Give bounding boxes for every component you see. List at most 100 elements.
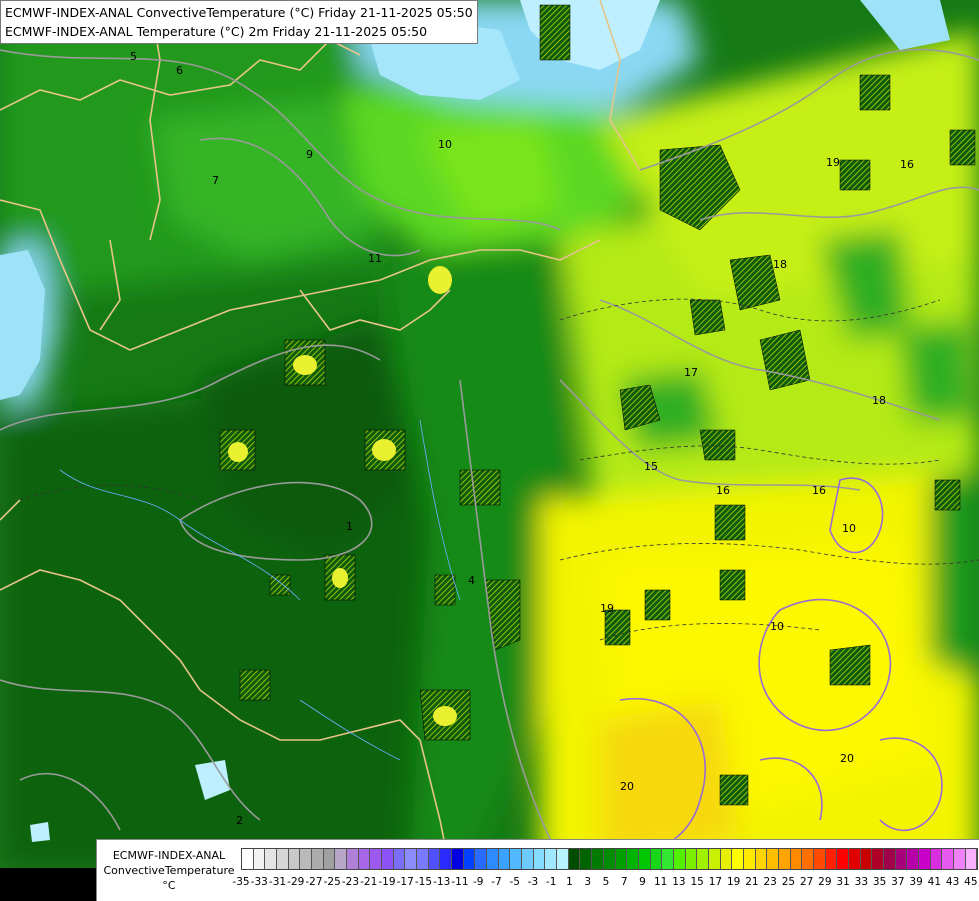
legend-swatch	[592, 849, 604, 869]
map-edge	[0, 868, 96, 900]
legend-tick-label: 11	[653, 876, 668, 888]
map-title: ECMWF-INDEX-ANAL ConvectiveTemperature (…	[0, 0, 478, 44]
legend-tick-label: -17	[396, 876, 414, 888]
legend-tick-label: -11	[451, 876, 469, 888]
legend-tick-label: 7	[620, 876, 628, 888]
contour-label: 16	[812, 484, 826, 497]
contour-label: 11	[368, 252, 382, 265]
legend-tick-label: 1	[566, 876, 573, 888]
legend-tick-label: -27	[305, 876, 323, 888]
legend-swatch	[323, 849, 336, 869]
title-line-temperature: ECMWF-INDEX-ANAL Temperature (°C) 2m Fri…	[5, 24, 428, 39]
legend-swatch	[510, 849, 523, 869]
legend-line2: ConvectiveTemperature	[103, 864, 235, 877]
weather-map: 9 10 11 1 7 16 16 18 18 19 19 15 10 10 20…	[0, 0, 979, 900]
legend-tick-label: 25	[781, 876, 796, 888]
contour-label: 19	[826, 156, 840, 169]
legend-swatch	[685, 849, 698, 869]
legend-tick-label: 35	[872, 876, 887, 888]
legend-swatch	[813, 849, 826, 869]
legend-swatch	[522, 849, 534, 869]
legend-line1: ECMWF-INDEX-ANAL	[112, 849, 226, 862]
contour-label: 10	[842, 522, 856, 535]
legend-swatch	[942, 849, 954, 869]
legend-swatch	[405, 849, 418, 869]
legend-swatch	[370, 849, 383, 869]
contour-label: 16	[716, 484, 730, 497]
legend-swatch	[557, 849, 569, 869]
legend-tick-label: -19	[378, 876, 396, 888]
legend-swatch	[300, 849, 313, 869]
legend-swatch	[463, 849, 476, 869]
contour-label: 18	[773, 258, 787, 271]
legend-swatch	[743, 849, 756, 869]
legend-swatch	[393, 849, 406, 869]
legend-swatch	[837, 849, 849, 869]
legend-swatch	[790, 849, 803, 869]
contour-label: 18	[872, 394, 886, 407]
legend-title: ECMWF-INDEX-ANAL ConvectiveTemperature °…	[99, 848, 239, 893]
legend-swatch	[440, 849, 453, 869]
legend-swatch	[242, 849, 254, 869]
legend-tick-label: -25	[323, 876, 341, 888]
legend-tick-label: -15	[414, 876, 433, 888]
legend-swatch	[883, 849, 896, 869]
legend-tick-label: 31	[836, 876, 850, 888]
contour-label: 10	[438, 138, 452, 151]
legend-swatch	[288, 849, 301, 869]
legend-tick-label: -23	[341, 876, 360, 888]
color-legend: ECMWF-INDEX-ANAL ConvectiveTemperature °…	[96, 839, 979, 901]
legend-swatch	[347, 849, 359, 869]
legend-tick-label: 33	[854, 876, 869, 888]
legend-tick-label: -13	[433, 876, 451, 888]
legend-tick-label: 27	[799, 876, 814, 888]
legend-tick-label: -1	[545, 876, 557, 888]
legend-swatch	[965, 849, 978, 869]
legend-swatch	[498, 849, 511, 869]
legend-swatch	[545, 849, 558, 869]
legend-swatch	[895, 849, 908, 869]
legend-swatch	[953, 849, 966, 869]
legend-tick-label: 23	[763, 876, 777, 888]
legend-swatch	[697, 849, 709, 869]
legend-tick-label: -35	[232, 876, 250, 888]
legend-swatch	[778, 849, 791, 869]
legend-swatch	[568, 849, 581, 869]
contour-label: 6	[176, 64, 183, 77]
legend-tick-label: 13	[672, 876, 686, 888]
legend-tick-label: -21	[360, 876, 378, 888]
contour-label: 2	[236, 814, 243, 827]
legend-swatch	[930, 849, 943, 869]
temperature-field	[0, 0, 979, 870]
legend-swatch	[312, 849, 324, 869]
legend-tick-label: -31	[268, 876, 287, 888]
legend-tick-label: -9	[472, 876, 484, 888]
contour-label: 20	[620, 780, 634, 793]
contour-label: 4	[468, 574, 475, 587]
legend-swatch	[918, 849, 931, 869]
legend-tick-label: 9	[639, 876, 646, 888]
legend-swatch	[382, 849, 394, 869]
legend-swatch	[732, 849, 744, 869]
legend-swatch	[638, 849, 651, 869]
contour-label: 9	[306, 148, 313, 161]
legend-swatch	[428, 849, 441, 869]
legend-swatch	[615, 849, 628, 869]
legend-swatch	[755, 849, 768, 869]
contour-label: 10	[770, 620, 784, 633]
legend-swatch	[603, 849, 616, 869]
legend-tick-label: 39	[909, 876, 923, 888]
legend-tick-label: 43	[945, 876, 960, 888]
legend-swatch	[417, 849, 429, 869]
legend-color-bar	[241, 848, 979, 870]
legend-swatch	[580, 849, 593, 869]
contour-label: 15	[644, 460, 658, 473]
legend-tick-label: 19	[726, 876, 741, 888]
legend-swatch	[825, 849, 838, 869]
legend-swatch	[627, 849, 639, 869]
legend-swatch	[650, 849, 663, 869]
legend-swatch	[767, 849, 779, 869]
contour-label: 16	[900, 158, 914, 171]
legend-tick-label: -33	[250, 876, 268, 888]
legend-swatch	[475, 849, 488, 869]
